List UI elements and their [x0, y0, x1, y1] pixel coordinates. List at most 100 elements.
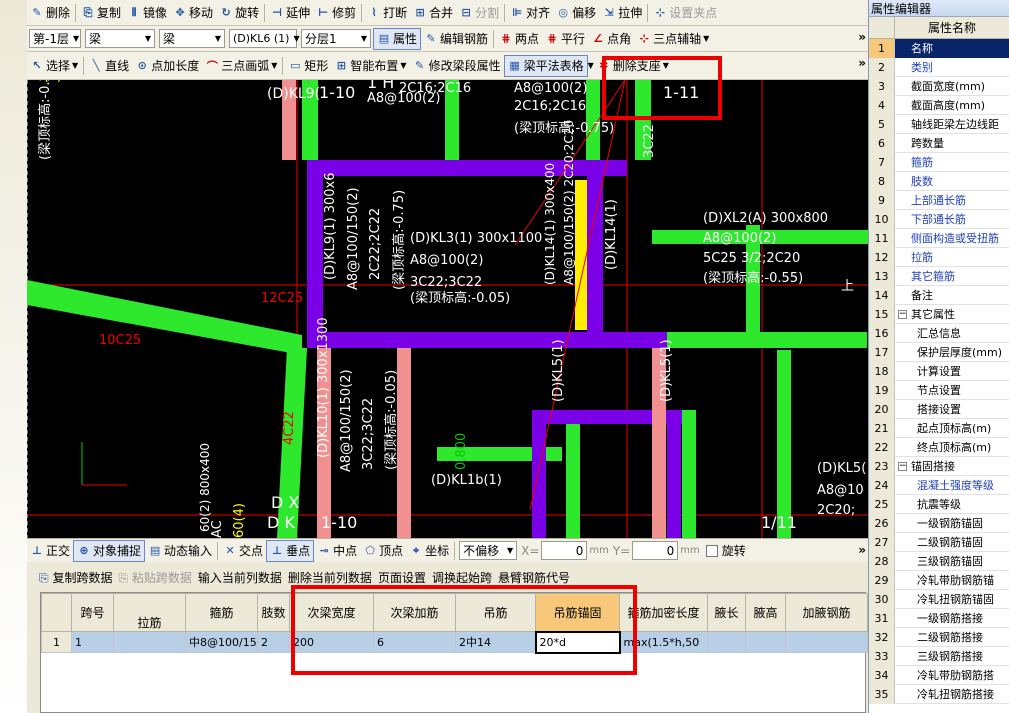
property-row[interactable]: 4 截面高度(mm): [869, 95, 1009, 115]
column-header[interactable]: 跨号: [71, 593, 114, 632]
table-cell[interactable]: [745, 631, 786, 653]
property-row[interactable]: 12 拉筋: [869, 247, 1009, 267]
property-row[interactable]: 21 起点顶标高(m): [869, 418, 1009, 438]
property-row[interactable]: 14 备注: [869, 285, 1009, 305]
vertex-button[interactable]: ⬠ 顶点: [360, 540, 406, 562]
x-input[interactable]: 0: [541, 541, 588, 560]
collapse-icon[interactable]: −: [898, 461, 907, 471]
beam-table-button[interactable]: ▦ 梁平法表格: [503, 54, 588, 77]
align-button[interactable]: ⊫ 对齐: [507, 2, 553, 24]
property-row[interactable]: 25 抗震等级: [869, 494, 1009, 514]
three-point-axis-button[interactable]: ⊹ 三点辅轴 ▼: [634, 28, 712, 50]
table-cell[interactable]: 1: [71, 631, 114, 653]
mirror-button[interactable]: ⫴ 镜像: [124, 2, 170, 24]
more-chevron-icon[interactable]: »: [858, 30, 866, 44]
object-snap-button[interactable]: ⊕ 对象捕捉: [73, 539, 146, 562]
y-input[interactable]: 0: [632, 541, 679, 560]
property-row[interactable]: 18 计算设置: [869, 361, 1009, 381]
column-header[interactable]: 箍筋: [185, 593, 258, 632]
delete-button[interactable]: ✎ 删除: [27, 2, 73, 24]
offset-select[interactable]: 不偏移 ▼: [459, 541, 518, 560]
attribute-button[interactable]: ▤ 属性: [373, 27, 422, 50]
break-button[interactable]: ⌇ 打断: [364, 2, 410, 24]
property-row[interactable]: 20 搭接设置: [869, 399, 1009, 419]
delete-support-button[interactable]: ✱ 删除支座 ▼: [594, 55, 672, 77]
dynamic-input-button[interactable]: ▤ 动态输入: [145, 540, 215, 562]
property-row[interactable]: 34 冷轧带肋钢筋搭: [869, 665, 1009, 685]
more-chevron-icon[interactable]: »: [858, 56, 866, 70]
property-row[interactable]: 15− 其它属性: [869, 304, 1009, 324]
property-row[interactable]: 9 上部通长筋: [869, 190, 1009, 210]
smart-layout-button[interactable]: ⊞ 智能布置 ▼: [331, 55, 409, 77]
cantilever-code-button[interactable]: 悬臂钢筋代号: [498, 569, 570, 586]
modify-span-button[interactable]: ✎ 修改梁段属性: [410, 55, 504, 77]
perpendicular-button[interactable]: ⊥ 垂点: [266, 539, 315, 562]
more-chevron-icon[interactable]: »: [858, 543, 866, 557]
table-cell[interactable]: 中8@100/15: [185, 631, 258, 653]
table-cell[interactable]: [707, 631, 746, 653]
column-header[interactable]: 次梁加筋: [373, 593, 456, 632]
property-row[interactable]: 26 一级钢筋锚固: [869, 513, 1009, 533]
property-row[interactable]: 3 截面宽度(mm): [869, 76, 1009, 96]
type2-select[interactable]: 梁 ▼: [159, 29, 225, 48]
table-cell[interactable]: max(1.5*h,50: [619, 631, 708, 653]
property-row[interactable]: 22 终点顶标高(m): [869, 437, 1009, 457]
property-row[interactable]: 8 肢数: [869, 171, 1009, 191]
column-header[interactable]: 吊筋: [455, 593, 536, 632]
beam-drawing[interactable]: (D)KL9(1-10 A8@100(2)2C16;2C16(梁顶标高:-0.75…: [27, 80, 868, 538]
midpoint-button[interactable]: ⊸ 中点: [314, 540, 360, 562]
collapse-icon[interactable]: −: [898, 309, 907, 319]
paste-span-button[interactable]: ⎘ 粘贴跨数据: [118, 569, 191, 586]
swap-start-button[interactable]: 调换起始跨: [432, 569, 492, 586]
column-header[interactable]: 加腋钢筋: [785, 593, 868, 632]
property-row[interactable]: 35 冷轧扭钢筋搭接: [869, 684, 1009, 704]
arc-button[interactable]: ⌒ 三点画弧 ▼: [202, 55, 280, 77]
column-header[interactable]: 箍筋加密长度: [619, 593, 708, 632]
table-cell[interactable]: 2: [257, 631, 290, 653]
table-cell[interactable]: 6: [373, 631, 456, 653]
property-row[interactable]: 16 汇总信息: [869, 323, 1009, 343]
type1-select[interactable]: 梁 ▼: [85, 29, 155, 48]
select-button[interactable]: ↖ 选择 ▼: [27, 55, 81, 77]
edit-rebar-button[interactable]: ✎ 编辑钢筋: [421, 28, 491, 50]
two-points-button[interactable]: ⋕ 两点: [496, 28, 542, 50]
point-angle-button[interactable]: ∠ 点角: [588, 28, 634, 50]
table-cell[interactable]: [785, 631, 868, 653]
table-row[interactable]: 1 1 中8@100/15 2 200 6 2中14 20*d max(1.5*h,50: [41, 630, 868, 654]
column-header[interactable]: 肢数: [257, 593, 290, 632]
property-row[interactable]: 10 下部通长筋: [869, 209, 1009, 229]
line-button[interactable]: ╲ 直线: [86, 55, 132, 77]
property-row[interactable]: 17 保护层厚度(mm): [869, 342, 1009, 362]
delete-column-button[interactable]: 删除当前列数据: [288, 569, 372, 586]
property-row[interactable]: 11 侧面构造或受扭筋: [869, 228, 1009, 248]
table-cell[interactable]: [113, 631, 186, 653]
table-cell[interactable]: 1: [41, 631, 72, 653]
extend-button[interactable]: ⊣ 延伸: [267, 2, 313, 24]
input-column-button[interactable]: 输入当前列数据: [198, 569, 282, 586]
table-cell[interactable]: 20*d: [534, 630, 621, 654]
property-row[interactable]: 24 混凝土强度等级: [869, 475, 1009, 495]
rotate-button[interactable]: ↻ 旋转: [216, 2, 262, 24]
property-row[interactable]: 2 类别: [869, 57, 1009, 77]
property-row[interactable]: 5 轴线距梁左边线距: [869, 114, 1009, 134]
column-header[interactable]: 次梁宽度: [289, 593, 374, 632]
property-row[interactable]: 29 冷轧带肋钢筋锚: [869, 570, 1009, 590]
floor-select[interactable]: 第-1层 ▼: [29, 29, 81, 48]
column-header[interactable]: 腋长: [707, 593, 746, 632]
copy-button[interactable]: ⎘ 复制: [78, 2, 124, 24]
merge-button[interactable]: ⊞ 合并: [410, 2, 456, 24]
grip-button[interactable]: ⊹ 设置夹点: [650, 2, 720, 24]
point-length-button[interactable]: ⊙ 点加长度: [132, 55, 202, 77]
property-row[interactable]: 6 跨数量: [869, 133, 1009, 153]
element-select[interactable]: (D)KL6 (1) ▼: [229, 29, 300, 48]
drawing-canvas[interactable]: (D)KL9(1-10 A8@100(2) 2C16;2C16 (梁顶标高:-0.75…: [27, 80, 868, 538]
property-row[interactable]: 32 二级钢筋搭接: [869, 627, 1009, 647]
trim-button[interactable]: ⊢ 修剪: [313, 2, 359, 24]
property-row[interactable]: 31 一级钢筋搭接: [869, 608, 1009, 628]
property-row[interactable]: 7 箍筋: [869, 152, 1009, 172]
intersection-button[interactable]: ✕ 交点: [220, 540, 266, 562]
rect-button[interactable]: ▭ 矩形: [285, 55, 331, 77]
column-header[interactable]: 拉筋: [113, 593, 186, 632]
property-row[interactable]: 28 三级钢筋锚固: [869, 551, 1009, 571]
property-row[interactable]: 23− 锚固搭接: [869, 456, 1009, 476]
